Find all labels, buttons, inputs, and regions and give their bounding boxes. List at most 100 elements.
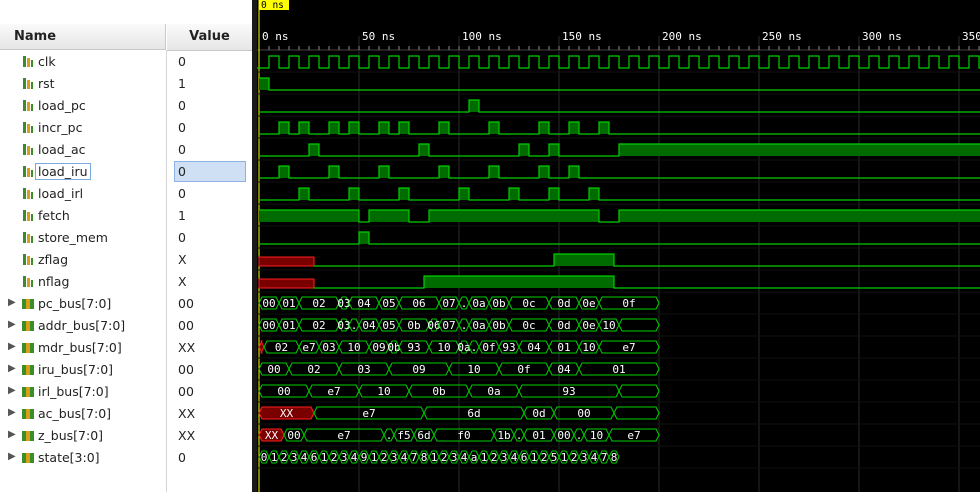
bus-value-label: 03 (337, 319, 350, 332)
bus-value-label: 3 (391, 451, 398, 464)
bus-value-label: 05 (382, 297, 395, 310)
bus-value-label: 0e (582, 297, 595, 310)
high-level-fill (259, 210, 359, 222)
high-level-fill (549, 188, 559, 200)
bus-value-label: f0 (457, 429, 470, 442)
high-level-fill (399, 188, 409, 200)
signal-row-ac-bus[interactable]: ▶ ac_bus[7:0] XX (0, 403, 252, 425)
bus-value-label: . (461, 319, 468, 332)
expand-chevron-icon[interactable]: ▶ (8, 385, 16, 396)
signal-row-clk[interactable]: clk 0 (0, 51, 252, 73)
bus-value-label: 10 (377, 385, 390, 398)
bus-value-label: 4 (301, 451, 308, 464)
expand-chevron-icon[interactable]: ▶ (8, 407, 16, 418)
high-level-fill (349, 188, 359, 200)
bus-signal-icon (22, 385, 34, 398)
wire-signal-icon (22, 99, 34, 112)
bus-value-label: . (351, 319, 358, 332)
unknown-level-fill (258, 256, 315, 267)
signal-value: 1 (178, 208, 186, 223)
value-column-header[interactable]: Value (167, 24, 252, 51)
signal-row-zflag[interactable]: zflag X (0, 249, 252, 271)
signal-value: 00 (178, 384, 194, 399)
signal-row-load-irl[interactable]: load_irl 0 (0, 183, 252, 205)
bus-value-label: 0e (582, 319, 595, 332)
bus-value-label: 0b (492, 319, 505, 332)
wave-load-pc (259, 99, 980, 113)
high-level-fill (259, 78, 269, 90)
wave-z-bus: XX 00 e7. f5 6d f0 1b. 01 00. 10 e7 (258, 428, 660, 442)
signal-row-store-mem[interactable]: store_mem 0 (0, 227, 252, 249)
name-column-header[interactable]: Name (0, 24, 166, 50)
high-level-fill (509, 188, 519, 200)
signal-value: 0 (178, 450, 186, 465)
bus-value-label: 0b (432, 385, 445, 398)
expand-chevron-icon[interactable]: ▶ (8, 429, 16, 440)
bus-value-label: 0a (457, 341, 470, 354)
wave-incr-pc (259, 121, 980, 135)
signal-name: nflag (38, 274, 70, 289)
signal-name: ac_bus[7:0] (38, 406, 112, 421)
expand-chevron-icon[interactable]: ▶ (8, 363, 16, 374)
high-level-fill (349, 122, 359, 134)
signal-row-iru-bus[interactable]: ▶ iru_bus[7:0] 00 (0, 359, 252, 381)
bus-value-label: 8 (421, 451, 428, 464)
bus-value-label: 01 (557, 341, 570, 354)
cursor-time-label: 0 ns (261, 0, 284, 11)
unknown-level-fill (258, 278, 315, 289)
signal-row-rst[interactable]: rst 1 (0, 73, 252, 95)
signal-row-state[interactable]: ▶ state[3:0] 0 (0, 447, 252, 469)
signal-row-addr-bus[interactable]: ▶ addr_bus[7:0] 00 (0, 315, 252, 337)
wave-nflag (258, 275, 980, 289)
expand-chevron-icon[interactable]: ▶ (8, 341, 16, 352)
signal-row-z-bus[interactable]: ▶ z_bus[7:0] XX (0, 425, 252, 447)
signal-name-panel: Name Value clk 0 rst 1 load_pc 0 incr_pc 0 load_… (0, 0, 252, 492)
bus-value-label: 1 (371, 451, 378, 464)
signal-name: z_bus[7:0] (38, 428, 104, 443)
high-level-fill (539, 122, 549, 134)
bus-value-label: 2 (441, 451, 448, 464)
signal-name: iru_bus[7:0] (38, 362, 114, 377)
expand-chevron-icon[interactable]: ▶ (8, 451, 16, 462)
high-level-fill (589, 188, 599, 200)
high-level-fill (359, 232, 369, 244)
signal-name: load_iru (35, 163, 91, 180)
signal-row-mdr-bus[interactable]: ▶ mdr_bus[7:0] XX (0, 337, 252, 359)
bus-segment (613, 406, 660, 420)
wave-trace (259, 187, 980, 201)
signal-row-incr-pc[interactable]: incr_pc 0 (0, 117, 252, 139)
wire-signal-icon (22, 165, 34, 178)
signal-name: zflag (38, 252, 69, 267)
wire-signal-icon (22, 209, 34, 222)
signal-row-load-ac[interactable]: load_ac 0 (0, 139, 252, 161)
bus-value-label: 06 (427, 319, 440, 332)
bus-value-label: 04 (362, 319, 376, 332)
bus-value-label: 00 (277, 385, 290, 398)
high-level-fill (379, 122, 389, 134)
wave-mdr-bus: 02 e7 03 10 09 0b 93 10 0a. 0f 93 04 01 10 e7 (258, 340, 660, 354)
signal-row-fetch[interactable]: fetch 1 (0, 205, 252, 227)
signal-row-irl-bus[interactable]: ▶ irl_bus[7:0] 00 (0, 381, 252, 403)
bus-value-label: 1 (481, 451, 488, 464)
waveform-canvas[interactable]: 0 ns 50 ns 100 ns 150 ns 200 ns 250 ns 300 ns 3… (257, 0, 980, 492)
signal-row-nflag[interactable]: nflag X (0, 271, 252, 293)
bus-value-label: 06 (412, 297, 425, 310)
bus-value-label: 1 (321, 451, 328, 464)
bus-value-label: 2 (381, 451, 388, 464)
signal-name: state[3:0] (38, 450, 100, 465)
wave-trace (259, 165, 980, 179)
bus-value-label: 02 (307, 363, 320, 376)
wire-signal-icon (22, 77, 34, 90)
high-level-fill (619, 144, 980, 156)
high-level-fill (519, 144, 529, 156)
signal-row-pc-bus[interactable]: ▶ pc_bus[7:0] 00 (0, 293, 252, 315)
signal-row-load-pc[interactable]: load_pc 0 (0, 95, 252, 117)
signal-row-load-iru[interactable]: load_iru 0 (0, 161, 252, 183)
expand-chevron-icon[interactable]: ▶ (8, 319, 16, 330)
signal-value: 0 (178, 164, 186, 179)
bus-value-label: 1 (561, 451, 568, 464)
bus-value-label: 3 (501, 451, 508, 464)
expand-chevron-icon[interactable]: ▶ (8, 297, 16, 308)
bus-value-label: 2 (491, 451, 498, 464)
signal-value: 0 (178, 98, 186, 113)
